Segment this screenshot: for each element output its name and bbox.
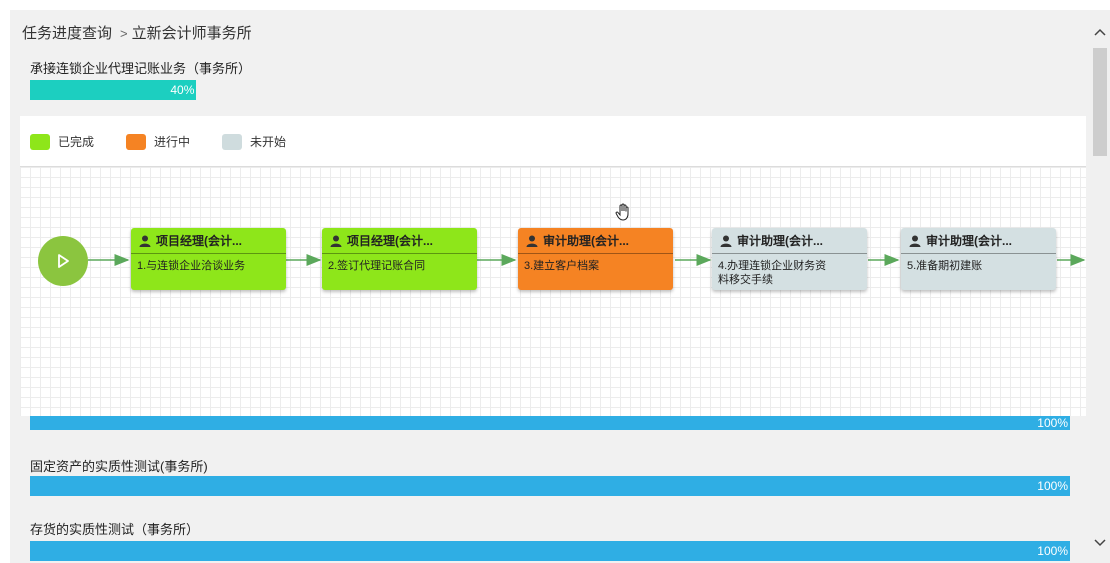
node-description: 3.建立客户档案 <box>524 260 600 272</box>
hand-cursor-icon <box>615 203 631 226</box>
legend-label: 进行中 <box>154 135 191 149</box>
progress-fill: 100% <box>30 416 1070 430</box>
user-icon <box>526 235 538 247</box>
node-role: 项目经理(会计... <box>347 234 433 248</box>
node-description: 4.办理连锁企业财务资料移交手续 <box>718 260 827 286</box>
legend-label: 已完成 <box>58 135 95 149</box>
progress-label: 40% <box>170 83 195 97</box>
task-title[interactable]: 固定资产的实质性测试(事务所) <box>30 456 208 475</box>
left-border <box>0 0 8 563</box>
progress-label: 100% <box>1037 479 1068 493</box>
legend: 已完成 进行中 未开始 <box>20 116 1086 167</box>
flow-arrows <box>88 254 1086 266</box>
progress-label: 100% <box>1037 544 1068 558</box>
breadcrumb-current: 立新会计师事务所 <box>131 25 252 42</box>
user-icon <box>330 235 342 247</box>
task-title[interactable]: 存货的实质性测试（事务所） <box>30 519 199 538</box>
node-role: 审计助理(会计... <box>926 234 1012 248</box>
legend-swatch <box>222 133 242 150</box>
progress-fill: 100% <box>30 476 1070 496</box>
legend-item-done: 已完成 <box>30 133 94 150</box>
node-description: 2.签订代理记账合同 <box>328 260 426 272</box>
flow-diagram: 已完成 进行中 未开始 项目经理(会计... 1.与连锁企业洽谈业务 项目经理(… <box>20 116 1086 416</box>
legend-item-todo: 未开始 <box>222 133 286 150</box>
flow-node-4[interactable]: 审计助理(会计... 4.办理连锁企业财务资料移交手续 <box>712 228 867 290</box>
task-progress-bar[interactable]: 100% <box>30 416 1070 430</box>
legend-label: 未开始 <box>250 135 287 149</box>
legend-swatch <box>126 133 146 150</box>
flow-node-1[interactable]: 项目经理(会计... 1.与连锁企业洽谈业务 <box>131 228 286 290</box>
node-role: 审计助理(会计... <box>737 234 823 248</box>
task-progress-bar[interactable]: 40% <box>30 80 446 100</box>
node-description: 5.准备期初建账 <box>907 260 983 272</box>
vertical-scrollbar[interactable] <box>1090 10 1110 563</box>
progress-fill: 40% <box>30 80 197 100</box>
flow-node-3[interactable]: 审计助理(会计... 3.建立客户档案 <box>518 228 673 290</box>
breadcrumb: 任务进度查询 > 立新会计师事务所 <box>22 22 252 43</box>
task-progress-bar[interactable]: 100% <box>30 476 1070 496</box>
breadcrumb-separator: > <box>120 26 128 41</box>
flow-node-2[interactable]: 项目经理(会计... 2.签订代理记账合同 <box>322 228 477 290</box>
flow-node-5[interactable]: 审计助理(会计... 5.准备期初建账 <box>901 228 1056 290</box>
user-icon <box>139 235 151 247</box>
legend-swatch <box>30 133 50 150</box>
progress-panel: 任务进度查询 > 立新会计师事务所 承接连锁企业代理记账业务（事务所） 40% 已完… <box>10 10 1090 563</box>
user-icon <box>909 235 921 247</box>
task-title[interactable]: 承接连锁企业代理记账业务（事务所） <box>30 58 251 77</box>
task-progress-bar[interactable]: 100% <box>30 541 1070 561</box>
node-role: 项目经理(会计... <box>156 234 242 248</box>
chevron-up-icon[interactable] <box>1090 22 1110 42</box>
chevron-down-icon[interactable] <box>1090 533 1110 553</box>
node-role: 审计助理(会计... <box>543 234 629 248</box>
breadcrumb-root[interactable]: 任务进度查询 <box>22 25 112 42</box>
flow-canvas[interactable]: 项目经理(会计... 1.与连锁企业洽谈业务 项目经理(会计... 2.签订代理… <box>20 167 1086 416</box>
legend-item-doing: 进行中 <box>126 133 190 150</box>
progress-label: 100% <box>1037 416 1068 430</box>
flow-start-node[interactable] <box>38 236 88 286</box>
scrollbar-thumb[interactable] <box>1093 48 1107 156</box>
play-icon <box>58 254 69 268</box>
progress-fill: 100% <box>30 541 1070 561</box>
node-description: 1.与连锁企业洽谈业务 <box>137 260 246 272</box>
user-icon <box>720 235 732 247</box>
